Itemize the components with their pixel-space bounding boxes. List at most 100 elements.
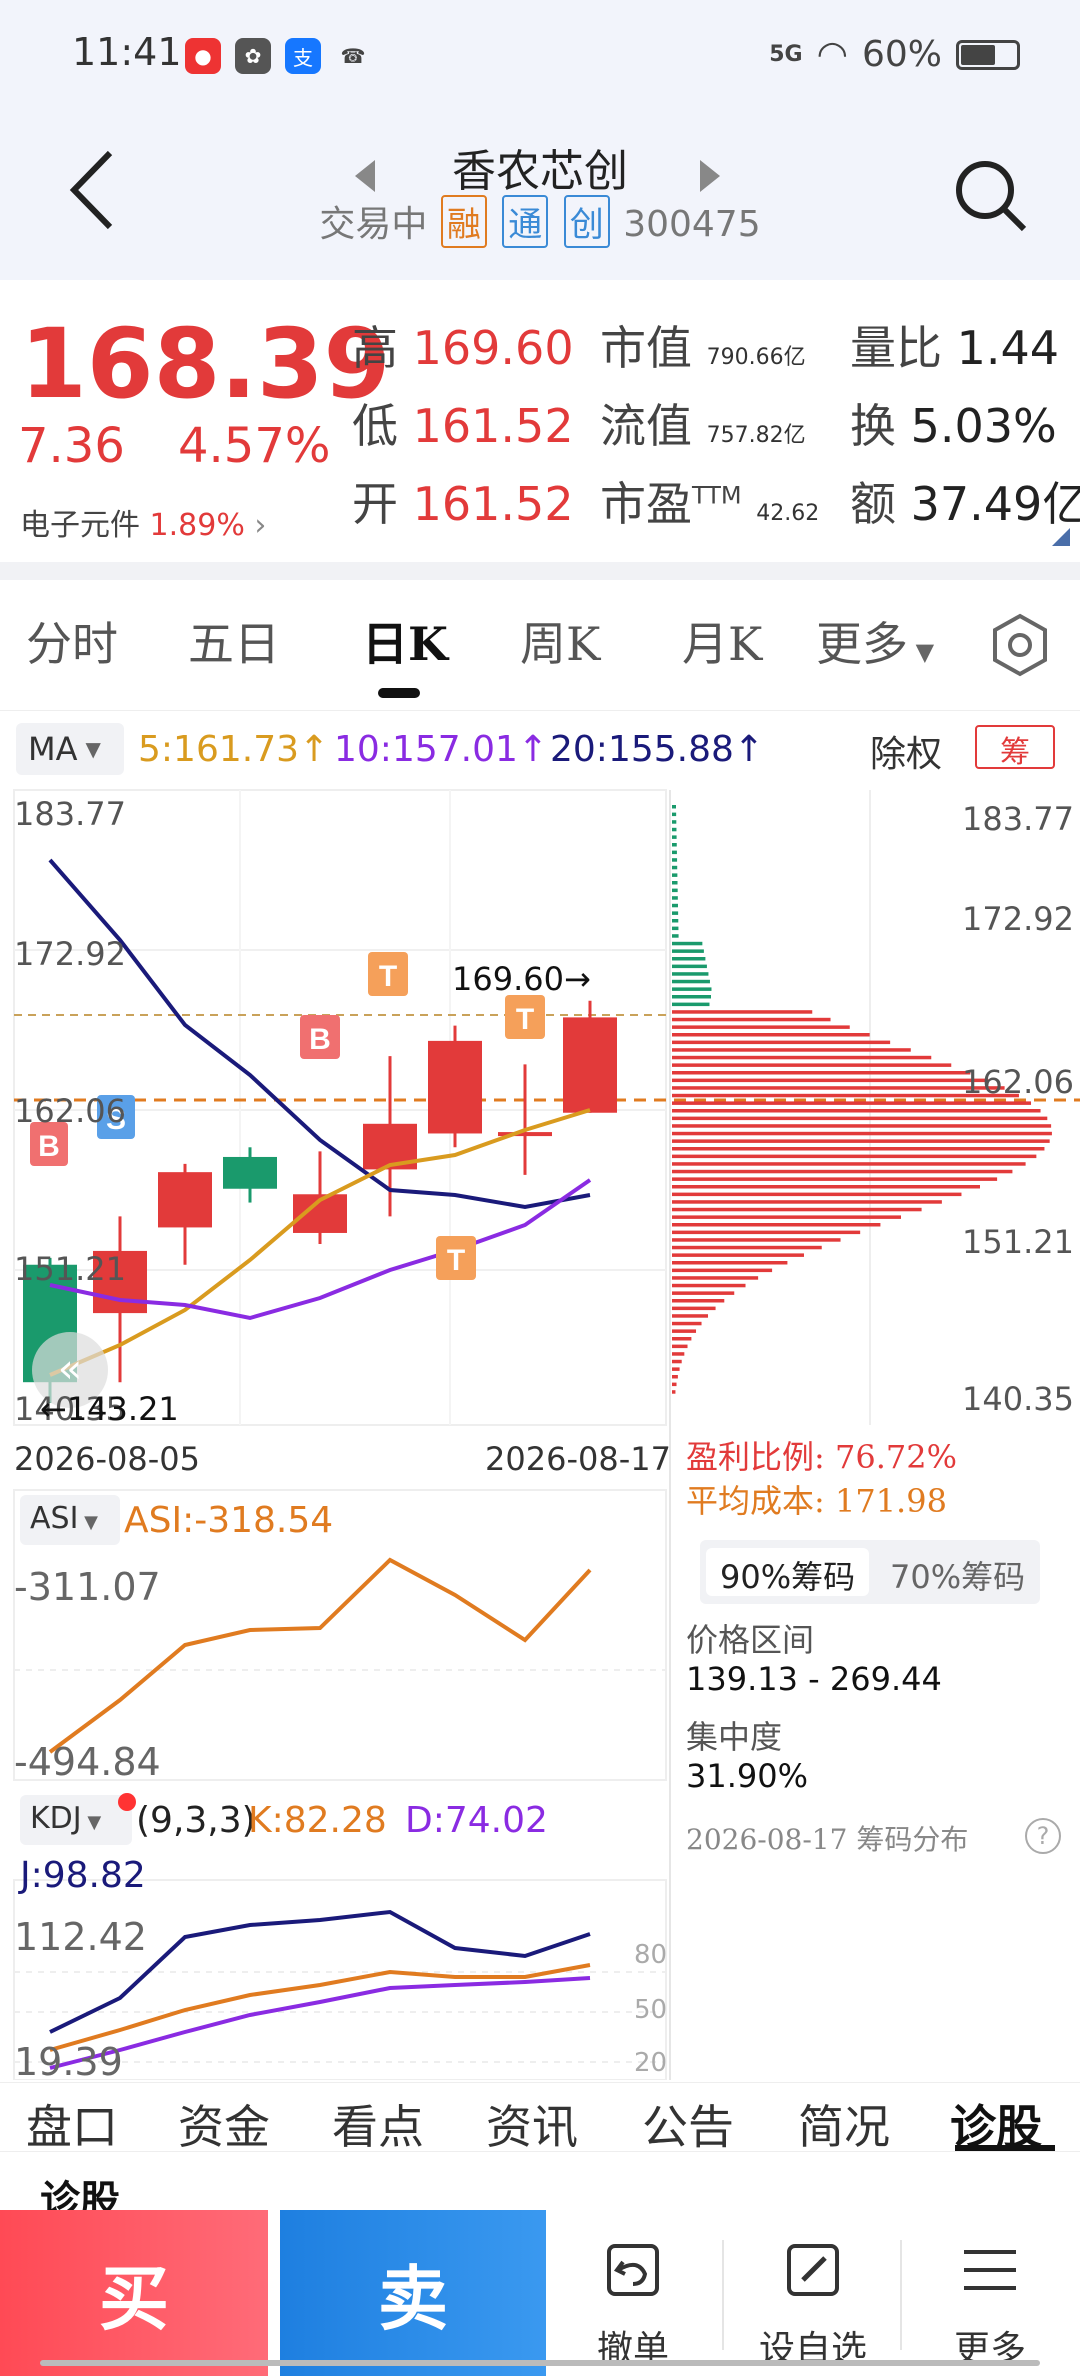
chip-bar	[672, 903, 678, 908]
chip-bar	[672, 820, 677, 824]
chip-bar	[672, 964, 707, 969]
tab-chip-90[interactable]: 90%筹码	[706, 1548, 870, 1596]
chip-date-footer: 2026-08-17 筹码分布	[686, 1823, 969, 1856]
chip-bar	[672, 1276, 759, 1280]
chip-bar	[672, 1025, 850, 1029]
tab-daily-k[interactable]: 日K	[362, 608, 448, 674]
date-end: 2026-08-17	[485, 1440, 671, 1478]
chip-distribution-button[interactable]: 筹	[975, 725, 1055, 770]
asi-selector[interactable]: ASI ▼	[20, 1495, 120, 1545]
tab-five-day[interactable]: 五日	[188, 608, 280, 674]
kdj-k-value: K:82.28	[248, 1800, 387, 1841]
next-stock-button[interactable]	[700, 160, 720, 192]
tab-highlights[interactable]: 看点	[332, 2091, 424, 2157]
sector-pct: 1.89%	[149, 508, 245, 543]
chip-bar	[672, 1238, 841, 1242]
price-range-label: 价格区间	[686, 1621, 815, 1659]
mktcap-value: 790.66亿	[706, 345, 806, 370]
tab-chip-70[interactable]: 70%筹码	[876, 1548, 1039, 1596]
cancel-order-button[interactable]: 撤单	[548, 2210, 718, 2376]
mktcap-row: 市值 790.66亿	[600, 312, 806, 378]
chip-bar	[672, 1329, 697, 1333]
sell-button[interactable]: 卖	[280, 2210, 546, 2376]
adjust-toggle[interactable]: 除权	[870, 725, 942, 777]
search-icon[interactable]	[950, 155, 1030, 235]
notification-dot	[118, 1793, 136, 1811]
chip-bar	[672, 1063, 952, 1067]
average-cost: 平均成本: 171.98	[686, 1482, 947, 1520]
add-watchlist-button[interactable]: 设自选	[728, 2210, 898, 2376]
last-price: 168.39	[20, 308, 391, 420]
float-value: 757.82亿	[706, 423, 806, 448]
chip-bar	[672, 850, 677, 855]
y-label-right-2: 172.92	[962, 900, 1074, 938]
tab-order-book[interactable]: 盘口	[26, 2091, 118, 2157]
chevron-right-icon: ›	[254, 508, 267, 543]
chip-bar	[672, 1253, 804, 1257]
chip-bar	[672, 979, 710, 984]
buy-button[interactable]: 买	[0, 2210, 268, 2376]
chip-bar	[672, 1344, 688, 1349]
chip-bar	[672, 888, 678, 893]
svg-text:T: T	[447, 1244, 465, 1277]
section-divider	[0, 562, 1080, 580]
tab-profile[interactable]: 简况	[798, 2091, 890, 2157]
more-button[interactable]: 更多	[905, 2210, 1075, 2376]
period-tabs: 分时 五日 日K 周K 月K 更多 ▼	[0, 590, 1080, 700]
call-icon: ☎	[340, 44, 366, 68]
chip-bar	[672, 1306, 716, 1311]
marker-t-3: T	[436, 1236, 476, 1280]
chip-bar	[672, 896, 678, 900]
kdj-k-line	[49, 1963, 591, 2052]
signal-icon: 5G	[769, 42, 803, 67]
mktcap-label: 市值	[600, 321, 692, 375]
chip-bar	[672, 1352, 685, 1356]
app-notification-icon: ✿	[235, 38, 271, 74]
amount-label: 额	[850, 477, 896, 531]
sector-link[interactable]: 电子元件 1.89% ›	[20, 500, 266, 544]
chip-bar	[672, 1131, 1052, 1136]
chip-bar	[672, 865, 678, 870]
chip-bar	[672, 1169, 1013, 1174]
tab-weekly-k[interactable]: 周K	[520, 608, 600, 674]
kdj-d-line	[49, 1976, 591, 2070]
chip-bar	[672, 1185, 981, 1189]
caret-down-icon: ▼	[85, 737, 101, 761]
trade-action-bar: 买 卖 撤单 设自选 更多	[0, 2210, 1080, 2376]
ma-selector[interactable]: MA ▼	[16, 723, 124, 775]
svg-text:B: B	[38, 1130, 60, 1163]
kdj-selector[interactable]: KDJ ▼	[20, 1795, 132, 1845]
tab-monthly-k[interactable]: 月K	[682, 608, 762, 674]
stock-code: 300475	[623, 204, 761, 245]
pe-label: 市盈	[600, 477, 692, 531]
open-row: 开 161.52	[352, 468, 574, 534]
chip-bar	[672, 1299, 725, 1303]
price-change: 7.36	[18, 418, 125, 474]
chip-bar	[672, 1230, 861, 1235]
chip-bar	[672, 1283, 746, 1288]
low-label: 低	[352, 399, 398, 453]
tab-announcements[interactable]: 公告	[642, 2091, 734, 2157]
tab-news[interactable]: 资讯	[486, 2091, 578, 2157]
status-bar: 11:41 ● ✿ 支 ☎ 5G ◠ 60%	[0, 0, 1080, 110]
expand-corner-icon[interactable]	[1052, 528, 1070, 546]
trade-status: 交易中	[319, 204, 428, 245]
stock-name: 香农芯创	[452, 146, 628, 197]
chip-bar	[672, 1040, 891, 1045]
tab-intraday[interactable]: 分时	[26, 608, 118, 674]
help-icon[interactable]: ?	[1025, 1818, 1061, 1854]
notification-icons: ● ✿ 支 ☎	[185, 38, 371, 74]
tab-funds[interactable]: 资金	[178, 2091, 270, 2157]
chip-bar	[672, 919, 679, 923]
tab-more-label: 更多	[816, 617, 908, 671]
kdj-y-top: 112.42	[14, 1915, 147, 1959]
chip-bar	[672, 1261, 788, 1265]
chip-bar	[672, 1139, 1050, 1143]
chip-bar	[672, 972, 709, 976]
ma20-value: 20:155.88↑	[550, 729, 765, 770]
chip-bar	[672, 1086, 1005, 1090]
marker-buy-2: B	[300, 1015, 340, 1059]
settings-icon[interactable]	[985, 610, 1055, 680]
chip-bar	[672, 1033, 870, 1037]
tab-more[interactable]: 更多 ▼	[816, 608, 934, 674]
